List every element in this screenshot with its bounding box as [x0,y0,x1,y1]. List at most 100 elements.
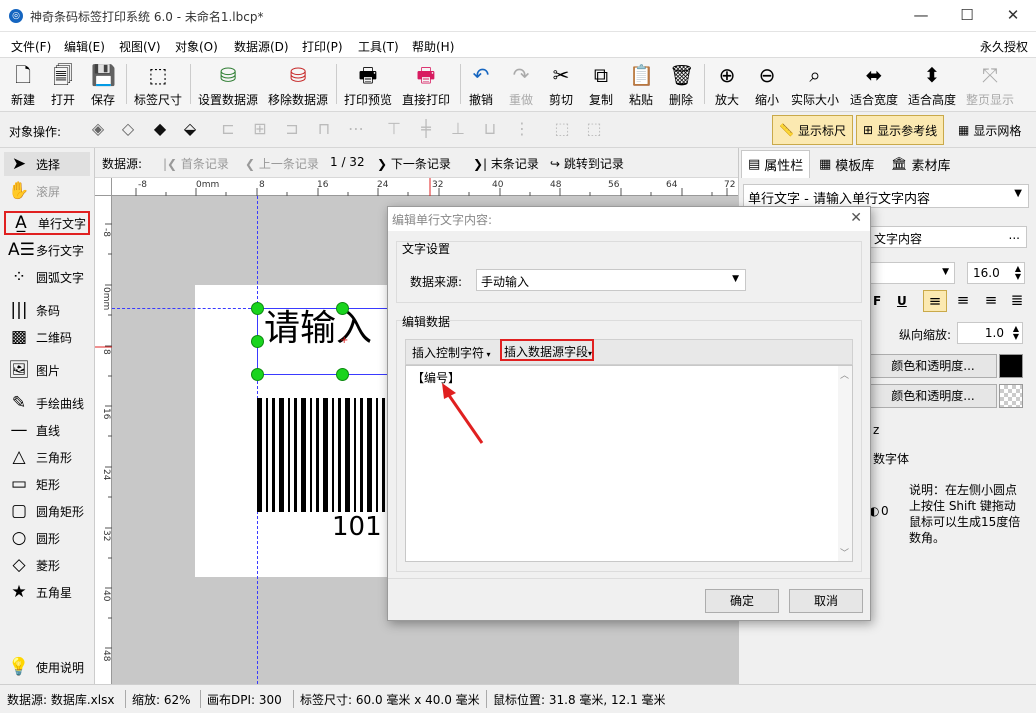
tool-circle[interactable]: ○ 圆形 [4,526,90,550]
align-center-icon[interactable]: ⊞ [250,119,270,139]
menu-help[interactable]: 帮助(H) [412,38,454,55]
open-button[interactable]: 🗐 打开 [46,60,80,110]
undo-button[interactable]: ↶ 撤销 [466,60,496,110]
resize-handle[interactable] [251,302,264,315]
resize-handle[interactable] [251,368,264,381]
close-button[interactable]: ✕ [990,0,1036,32]
datasource-select[interactable]: 手动输入 ▼ [476,269,746,291]
fit-height-button[interactable]: ⬍ 适合高度 [907,60,957,110]
tab-properties[interactable]: ▤ 属性栏 [741,150,811,178]
same-height-icon[interactable]: ⬚ [584,119,604,139]
italic-button[interactable]: F [873,294,881,308]
menu-edit[interactable]: 编辑(E) [64,38,105,55]
background-color-swatch[interactable] [999,384,1023,408]
content-field[interactable]: 文字内容... [869,226,1027,248]
tool-rect[interactable]: ▭ 矩形 [4,472,90,496]
delete-button[interactable]: 🗑 删除 [666,60,696,110]
scroll-up-icon[interactable]: ︿ [840,368,849,381]
menu-object[interactable]: 对象(O) [175,38,218,55]
barcode-object[interactable] [257,398,387,512]
send-backward-icon[interactable]: ◆ [150,119,170,139]
menu-datasource[interactable]: 数据源(D) [234,38,289,55]
cancel-button[interactable]: 取消 [789,589,863,613]
text-color-button[interactable]: 颜色和透明度... [869,354,997,378]
tool-arc-text[interactable]: ⁘ 圆弧文字 [4,265,90,289]
tool-image[interactable]: 🖼 图片 [4,358,90,382]
tool-help[interactable]: 💡 使用说明 [4,655,90,679]
print-preview-button[interactable]: 🖶 打印预览 [343,60,393,110]
tool-barcode[interactable]: ||| 条码 [4,298,90,322]
tool-diamond[interactable]: ◇ 菱形 [4,553,90,577]
menu-file[interactable]: 文件(F) [11,38,51,55]
paste-button[interactable]: 📋 粘贴 [626,60,656,110]
next-record-button[interactable]: ❯ 下一条记录 [377,155,451,172]
tool-triangle[interactable]: △ 三角形 [4,445,90,469]
fit-width-button[interactable]: ⬌ 适合宽度 [849,60,899,110]
tool-line[interactable]: — 直线 [4,418,90,442]
same-width-icon[interactable]: ⬚ [552,119,572,139]
editor-scrollbar[interactable] [838,366,852,561]
label-size-button[interactable]: ⬚ 标签尺寸 [132,60,184,110]
align-right-icon[interactable]: ⊐ [282,119,302,139]
show-guides-toggle[interactable]: ⊞ 显示参考线 [856,115,945,145]
font-size-stepper[interactable]: 16.0 ▲ ▼ [967,262,1025,284]
tool-qrcode[interactable]: ▩ 二维码 [4,325,90,349]
resize-handle[interactable] [336,368,349,381]
horizontal-ruler[interactable]: -8 0mm 8 16 24 32 40 48 56 64 72 [112,178,738,196]
align-center-icon[interactable]: ≡ [951,290,975,312]
space-h-icon[interactable]: ⋯ [346,119,366,139]
ok-button[interactable]: 确定 [705,589,779,613]
align-right-icon[interactable]: ≡ [979,290,1003,312]
fit-page-button[interactable]: ⤧ 整页显示 [965,60,1015,110]
tool-multi-text[interactable]: A☰ 多行文字 [4,238,90,262]
align-top-icon[interactable]: ⊤ [384,119,404,139]
prev-record-button[interactable]: ❮ 上一条记录 [245,155,319,172]
menu-view[interactable]: 视图(V) [119,38,161,55]
vertical-ruler[interactable]: -8 0mm 8 16 24 32 40 48 [95,196,112,684]
tool-single-text[interactable]: A̲ 单行文字 [4,211,90,235]
first-record-button[interactable]: |❮ 首条记录 [163,155,229,172]
show-grid-toggle[interactable]: ▦ 显示网格 [952,115,1027,145]
maximize-button[interactable]: ☐ [944,0,990,32]
align-middle-icon[interactable]: ╪ [416,119,436,139]
jump-record-button[interactable]: ↪ 跳转到记录 [550,155,624,172]
insert-field-button[interactable]: 插入数据源字段▾ [500,339,594,361]
menu-print[interactable]: 打印(P) [302,38,343,55]
background-color-button[interactable]: 颜色和透明度... [869,384,997,408]
underline-button[interactable]: U [897,294,907,308]
tool-freehand[interactable]: ✎ 手绘曲线 [4,391,90,415]
zoom-in-button[interactable]: ⊕ 放大 [711,60,743,110]
v-scale-stepper[interactable]: 1.0 ▲ ▼ [957,322,1023,344]
menu-tools[interactable]: 工具(T) [358,38,399,55]
last-record-button[interactable]: ❯| 末条记录 [473,155,539,172]
bring-forward-icon[interactable]: ◇ [118,119,138,139]
copy-button[interactable]: ⧉ 复制 [586,60,616,110]
distribute-v-icon[interactable]: ⊔ [480,119,500,139]
object-type-select[interactable]: 单行文字 - 请输入单行文字内容 ▼ [743,184,1029,208]
save-button[interactable]: 💾 保存 [86,60,120,110]
tool-round-rect[interactable]: ▢ 圆角矩形 [4,499,90,523]
tool-select[interactable]: ➤ 选择 [4,152,90,176]
direct-print-button[interactable]: 🖶 直接打印 [401,60,451,110]
space-v-icon[interactable]: ⋮ [512,119,532,139]
justify-icon[interactable]: ≣ [1005,290,1029,312]
tool-star[interactable]: ★ 五角星 [4,580,90,604]
remove-datasource-button[interactable]: ⛁ 移除数据源 [267,60,329,110]
align-left-icon[interactable]: ≡ [923,290,947,312]
resize-handle[interactable] [336,302,349,315]
tab-templates[interactable]: ▦ 模板库 [813,150,880,178]
set-datasource-button[interactable]: ⛁ 设置数据源 [197,60,259,110]
actual-size-button[interactable]: ⌕ 实际大小 [790,60,840,110]
dialog-close-icon[interactable]: ✕ [850,210,862,226]
send-to-back-icon[interactable]: ⬙ [180,119,200,139]
distribute-h-icon[interactable]: ⊓ [314,119,334,139]
tool-pan[interactable]: ✋ 滚屏 [4,179,90,203]
insert-control-char-button[interactable]: 插入控制字符 ▾ [412,344,491,361]
resize-handle[interactable] [251,335,264,348]
minimize-button[interactable]: — [898,0,944,32]
font-name-select[interactable]: ▼ [869,262,955,284]
scroll-down-icon[interactable]: ﹀ [840,546,849,559]
show-ruler-toggle[interactable]: 📏 显示标尺 [772,115,853,145]
new-button[interactable]: 🗋 新建 [6,60,40,110]
text-color-swatch[interactable] [999,354,1023,378]
